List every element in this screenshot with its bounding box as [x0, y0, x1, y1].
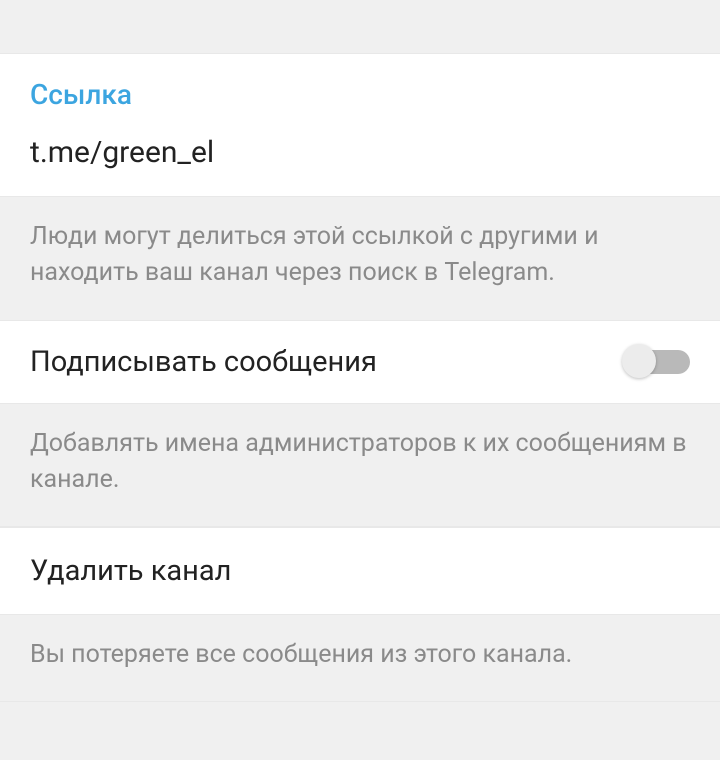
sign-messages-description: Добавлять имена администраторов к их соо…	[0, 404, 720, 528]
link-section[interactable]: Ссылка t.me/green_el	[0, 53, 720, 197]
delete-channel-label: Удалить канал	[30, 554, 690, 588]
toggle-thumb	[622, 344, 656, 378]
channel-link-value: t.me/green_el	[30, 135, 690, 170]
sign-messages-toggle[interactable]	[624, 350, 690, 374]
delete-channel-row[interactable]: Удалить канал	[0, 527, 720, 615]
spacer	[0, 0, 720, 53]
link-description: Люди могут делиться этой ссылкой с други…	[0, 197, 720, 321]
delete-channel-description: Вы потеряете все сообщения из этого кана…	[0, 615, 720, 702]
sign-messages-row[interactable]: Подписывать сообщения	[0, 321, 720, 404]
sign-messages-label: Подписывать сообщения	[30, 345, 377, 379]
link-section-header: Ссылка	[30, 78, 690, 111]
